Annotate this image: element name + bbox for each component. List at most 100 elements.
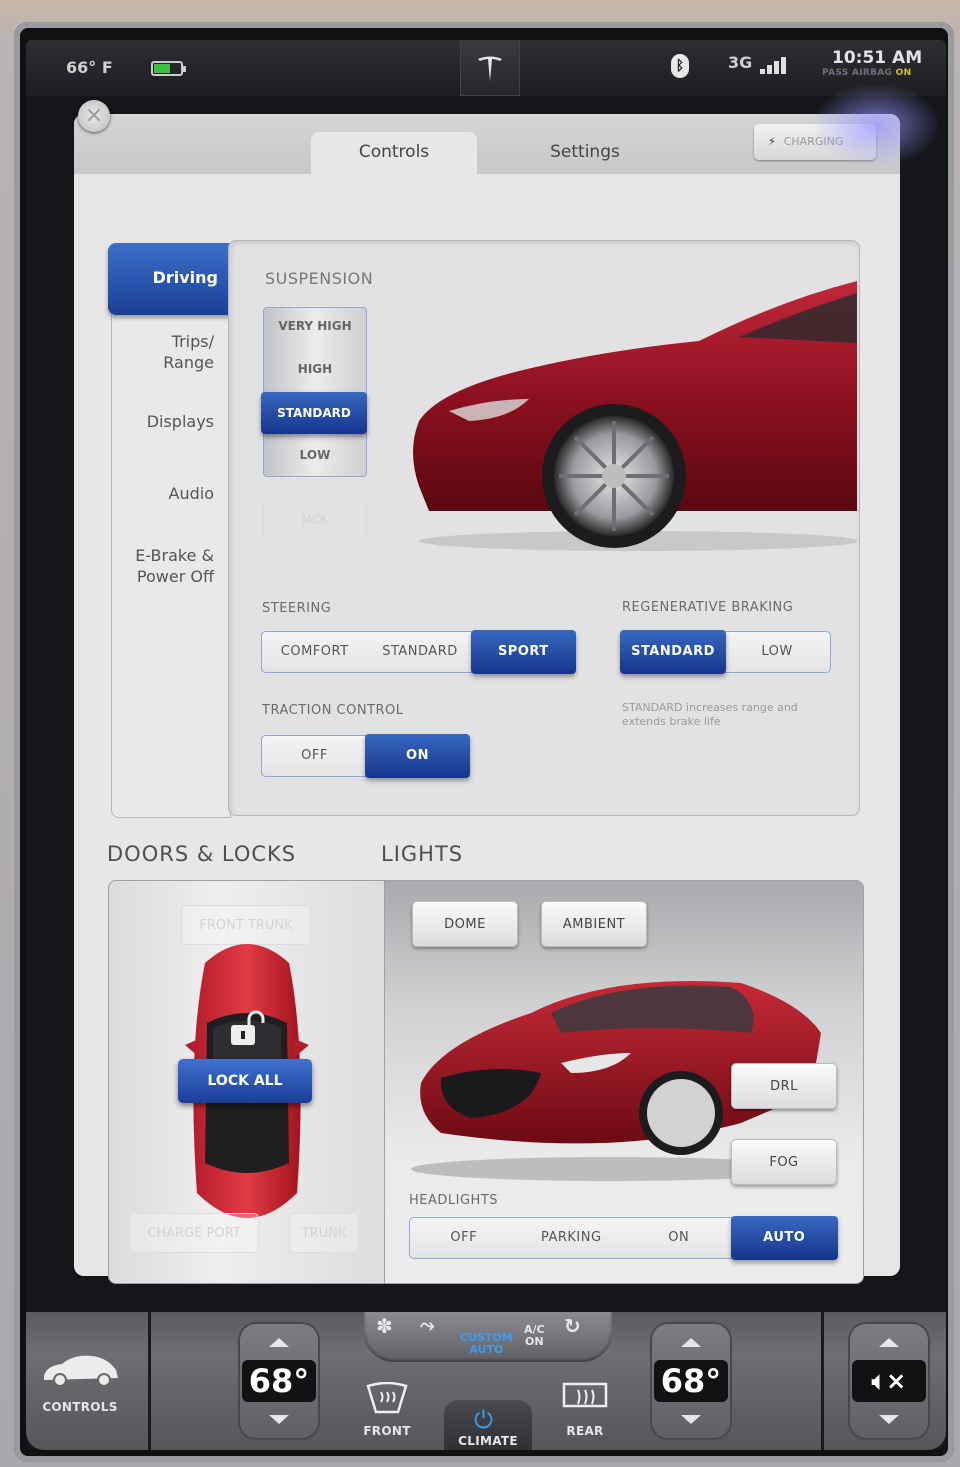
mute-icon[interactable]: 🔈︎× [852, 1360, 926, 1402]
airflow-icon[interactable]: ⤳ [420, 1317, 434, 1335]
controls-panel: Controls Settings ⚡CHARGING Driving Trip… [74, 114, 900, 1284]
passenger-airbag-status: PASS AIRBAG ON [822, 68, 911, 78]
rear-defrost-icon [562, 1382, 608, 1408]
headlights-auto[interactable]: AUTO [730, 1216, 838, 1260]
driver-temp-display: 68° [242, 1360, 316, 1402]
ac-toggle[interactable]: A/C ON [524, 1324, 545, 1348]
steering-comfort[interactable]: COMFORT [262, 632, 367, 672]
volume-up-button[interactable] [879, 1338, 899, 1347]
steering-standard[interactable]: STANDARD [367, 632, 472, 672]
driver-temp-control: 68° [238, 1322, 320, 1440]
steering-selector: COMFORT STANDARD SPORT [261, 630, 576, 674]
clock: 10:51 AM [832, 48, 923, 68]
sidebar-item-trips-range[interactable]: Trips/ Range [112, 331, 232, 373]
bluetooth-icon[interactable]: ᛒ [671, 54, 689, 78]
tesla-logo-button[interactable] [460, 40, 520, 96]
suspension-standard[interactable]: STANDARD [261, 392, 367, 434]
jack-button[interactable]: JACK [263, 499, 367, 539]
power-icon: ⏻ [474, 1406, 493, 1434]
front-defrost-button[interactable]: FRONT [356, 1382, 418, 1444]
traction-off[interactable]: OFF [262, 736, 367, 776]
custom-auto-mode[interactable]: CUSTOM AUTO [460, 1332, 513, 1356]
battery-icon [151, 61, 186, 76]
passenger-temp-up-button[interactable] [681, 1338, 701, 1347]
drl-button[interactable]: DRL [731, 1063, 837, 1109]
rear-defrost-button[interactable]: REAR [554, 1382, 616, 1444]
divider [821, 1312, 824, 1450]
regen-braking-hint: STANDARD increases range and extends bra… [622, 701, 798, 728]
outside-temperature: 66° F [66, 58, 113, 77]
steering-label: STEERING [262, 601, 332, 616]
headlights-off[interactable]: OFF [410, 1218, 518, 1258]
tesla-logo-icon [478, 56, 502, 81]
regen-low[interactable]: LOW [724, 632, 830, 672]
divider [148, 1312, 151, 1450]
front-defrost-label: FRONT [363, 1424, 411, 1438]
regen-braking-selector: STANDARD LOW [620, 630, 831, 674]
sidebar-item-driving[interactable]: Driving [108, 243, 236, 315]
climate-label: CLIMATE [458, 1434, 518, 1448]
sidebar-item-label: E-Brake & Power Off [135, 546, 214, 586]
screen-glare [806, 80, 946, 170]
headlights-selector: OFF PARKING ON AUTO [409, 1216, 838, 1260]
headlights-parking[interactable]: PARKING [518, 1218, 626, 1258]
rear-defrost-label: REAR [566, 1424, 604, 1438]
sidebar: Driving Trips/ Range Displays Audio E-Br… [108, 243, 236, 818]
traction-on[interactable]: ON [365, 734, 470, 778]
steering-sport[interactable]: SPORT [470, 630, 576, 674]
climate-bar: CONTROLS 68° ✽ ⤳ CUSTOM AUTO A/C ON ↻ FRON… [26, 1312, 946, 1450]
lights-panel: DOME AMBIENT DRL FOG HEADLIGHTS OFF PARK… [384, 880, 864, 1284]
traction-control-selector: OFF ON [261, 734, 470, 778]
controls-button[interactable]: CONTROLS [26, 1312, 148, 1450]
suspension-high[interactable]: HIGH [264, 362, 366, 376]
traction-control-label: TRACTION CONTROL [262, 703, 404, 718]
fog-lights-button[interactable]: FOG [731, 1139, 837, 1185]
climate-power-button[interactable]: ⏻ CLIMATE [444, 1400, 532, 1450]
battery-level [154, 64, 170, 73]
touchscreen: 66° F ᛒ 3G 10:51 AM PASS AIRBAG ON × Con… [26, 40, 946, 1450]
network-type: 3G [728, 53, 753, 72]
headlights-on[interactable]: ON [625, 1218, 733, 1258]
driving-settings: SUSPENSION VERY HIGH HIGH STANDARD LOW J… [228, 240, 860, 816]
ambient-light-button[interactable]: AMBIENT [541, 901, 647, 947]
plug-icon: ⚡ [768, 135, 776, 148]
trunk-button[interactable]: TRUNK [289, 1213, 359, 1253]
close-icon[interactable]: × [78, 100, 110, 132]
passenger-temp-control: 68° [650, 1322, 732, 1440]
passenger-temp-display: 68° [654, 1360, 728, 1402]
front-defrost-icon [366, 1382, 408, 1414]
tab-settings[interactable]: Settings [502, 132, 668, 174]
airbag-state: ON [895, 68, 912, 78]
sidebar-item-ebrake-power-off[interactable]: E-Brake & Power Off [112, 545, 232, 587]
sidebar-item-audio[interactable]: Audio [112, 483, 232, 504]
driver-temp-up-button[interactable] [269, 1338, 289, 1347]
headlights-label: HEADLIGHTS [409, 1193, 499, 1208]
doors-locks-panel: FRONT TRUNK LOCK ALL CHARGE PORT TRUNK [108, 880, 386, 1284]
suspension-label: SUSPENSION [265, 269, 374, 288]
sidebar-item-label: Trips/ Range [163, 332, 214, 372]
lock-all-button[interactable]: LOCK ALL [178, 1059, 312, 1103]
suspension-selector: VERY HIGH HIGH STANDARD LOW [261, 307, 367, 477]
fan-icon[interactable]: ✽ [376, 1316, 393, 1336]
sidebar-item-displays[interactable]: Displays [112, 411, 232, 432]
charge-port-button[interactable]: CHARGE PORT [129, 1213, 259, 1253]
car-side-image [413, 281, 857, 551]
regen-standard[interactable]: STANDARD [620, 630, 726, 674]
doors-locks-title: DOORS & LOCKS [107, 842, 297, 866]
dome-light-button[interactable]: DOME [412, 901, 518, 947]
ac-line2: ON [525, 1335, 544, 1348]
driver-temp-down-button[interactable] [269, 1415, 289, 1424]
volume-control: 🔈︎× [848, 1322, 930, 1440]
tab-bar: Controls Settings ⚡CHARGING [74, 114, 900, 174]
passenger-temp-down-button[interactable] [681, 1415, 701, 1424]
lights-title: LIGHTS [381, 842, 464, 866]
regen-braking-label: REGENERATIVE BRAKING [622, 600, 794, 615]
tab-controls[interactable]: Controls [311, 132, 477, 174]
recirculate-icon[interactable]: ↻ [564, 1316, 581, 1336]
suspension-very-high[interactable]: VERY HIGH [264, 319, 366, 333]
climate-quick-controls: ✽ ⤳ CUSTOM AUTO A/C ON ↻ [364, 1312, 612, 1362]
suspension-low[interactable]: LOW [264, 448, 366, 462]
signal-strength-icon [760, 56, 788, 74]
volume-down-button[interactable] [879, 1415, 899, 1424]
car-icon [44, 1355, 118, 1387]
